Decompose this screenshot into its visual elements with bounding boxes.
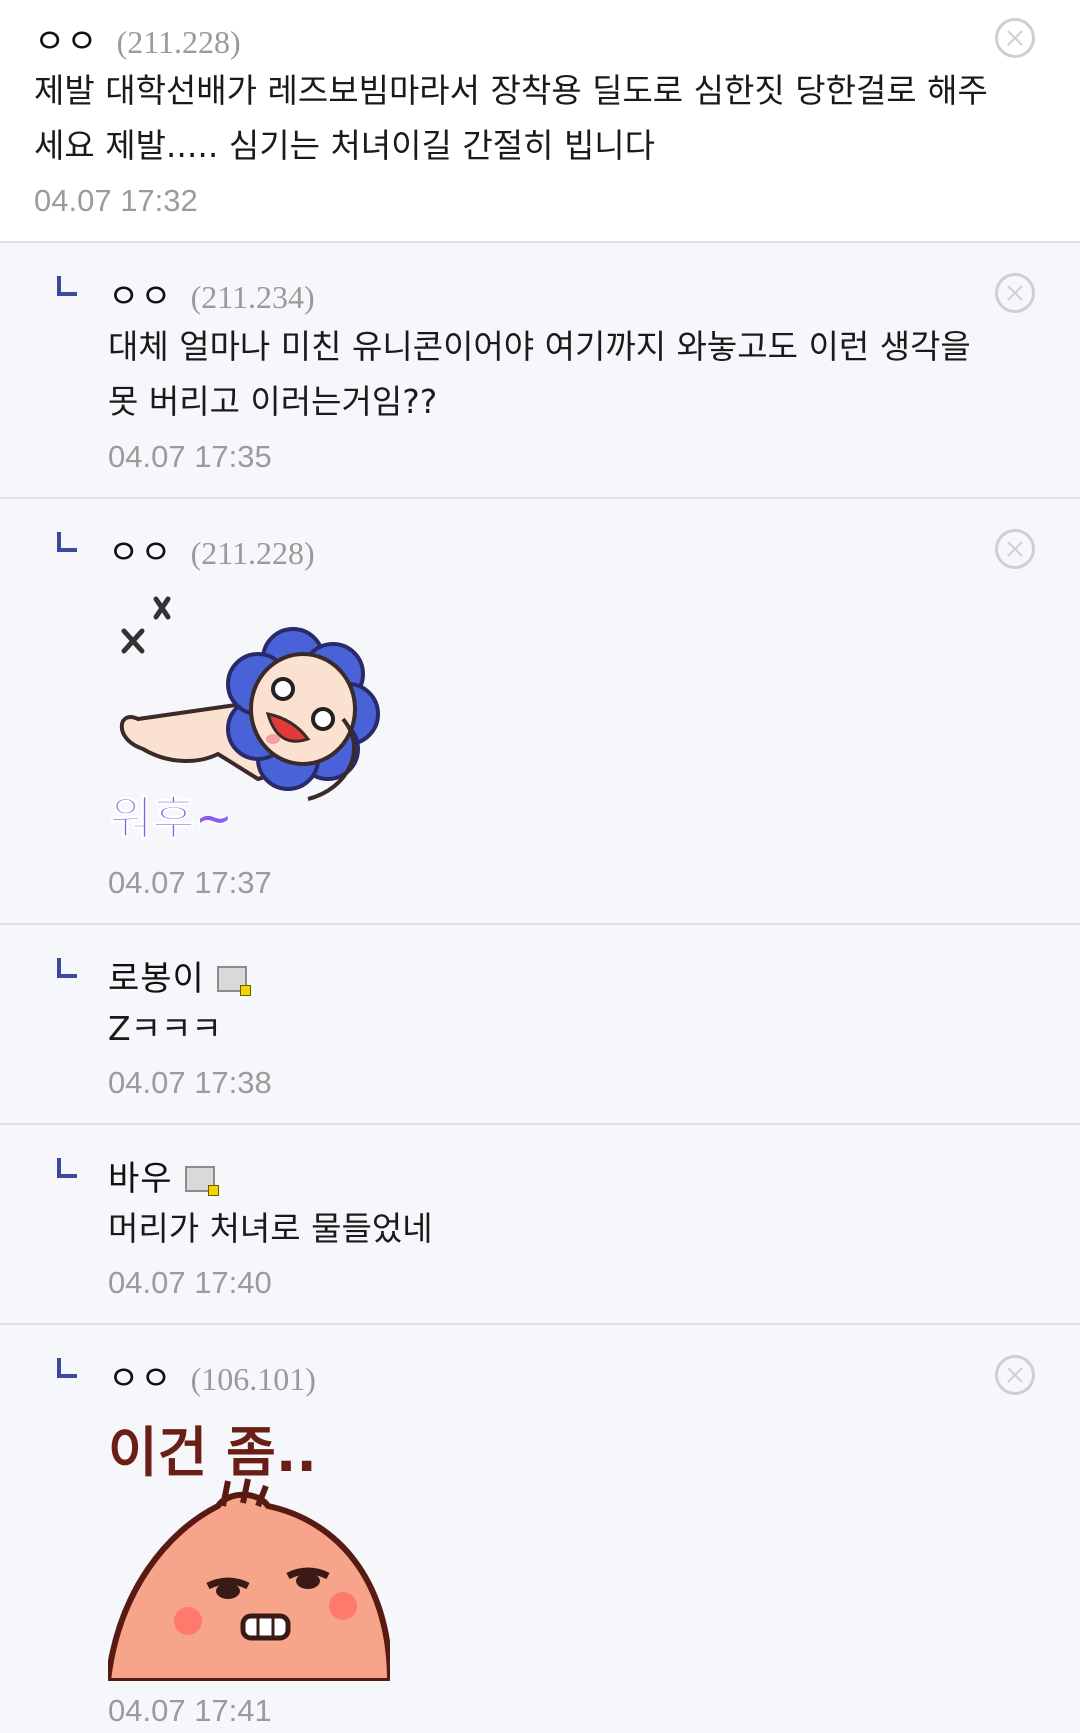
comment-header: ㅇㅇ (106.101) xyxy=(108,1351,316,1400)
comment-timestamp: 04.07 17:38 xyxy=(108,1065,272,1100)
comment-timestamp: 04.07 17:35 xyxy=(108,439,272,474)
comment-header: 로봉이 xyxy=(108,951,251,1000)
gallery-member-icon xyxy=(216,966,251,996)
comment-author[interactable]: ㅇㅇ xyxy=(34,14,99,63)
delete-comment-icon[interactable] xyxy=(995,529,1035,569)
comment-timestamp: 04.07 17:40 xyxy=(108,1265,272,1300)
comment-ip: (211.228) xyxy=(116,24,241,60)
reply-arrow-icon xyxy=(57,1158,77,1178)
reply-arrow-icon xyxy=(57,276,77,296)
comment-text-line: Zㅋㅋㅋ xyxy=(108,1009,222,1048)
comment-header: ㅇㅇ (211.234) xyxy=(108,269,315,318)
sticker-caption: 이건 좀.. xyxy=(108,1421,317,1484)
comment-text-line: 대체 얼마나 미친 유니콘이어야 여기까지 와놓고도 이런 생각을 xyxy=(108,327,971,366)
sticker-caption: 워후~ xyxy=(110,791,233,845)
lion-cheering-sticker: 워후~ xyxy=(110,596,380,846)
comment-header: ㅇㅇ (211.228) xyxy=(34,14,241,63)
comment-text-line: 세요 제발..... 심기는 처녀이길 간절히 빕니다 xyxy=(34,126,656,165)
reply-arrow-icon xyxy=(57,958,77,978)
comment-author[interactable]: ㅇㅇ xyxy=(108,525,173,574)
comment-header: ㅇㅇ (211.228) xyxy=(108,525,315,574)
gallery-member-icon xyxy=(184,1166,219,1196)
comment-author[interactable]: 로봉이 xyxy=(108,951,205,1000)
delete-comment-icon[interactable] xyxy=(995,273,1035,313)
reply-arrow-icon xyxy=(57,1358,77,1378)
tired-onion-sticker: 이건 좀.. xyxy=(108,1421,390,1681)
comment-author[interactable]: 바우 xyxy=(108,1151,173,1200)
delete-comment-icon[interactable] xyxy=(995,18,1035,58)
comment-text-line: 머리가 처녀로 물들었네 xyxy=(108,1209,433,1248)
comment-timestamp: 04.07 17:37 xyxy=(108,865,272,900)
comment-header: 바우 xyxy=(108,1151,219,1200)
reply-comment: ㅇㅇ (211.234) 대체 얼마나 미친 유니콘이어야 여기까지 와놓고도 … xyxy=(0,243,1080,499)
comment-timestamp: 04.07 17:32 xyxy=(34,183,198,218)
comment-author[interactable]: ㅇㅇ xyxy=(108,1351,173,1400)
reply-comment: 로봉이 Zㅋㅋㅋ 04.07 17:38 xyxy=(0,925,1080,1125)
reply-comment: 바우 머리가 처녀로 물들었네 04.07 17:40 xyxy=(0,1125,1080,1325)
reply-comment: ㅇㅇ (106.101) 이건 좀.. 04.07 17:41 xyxy=(0,1325,1080,1733)
comment-author[interactable]: ㅇㅇ xyxy=(108,269,173,318)
comment-text-line: 제발 대학선배가 레즈보빔마라서 장착용 딜도로 심한짓 당한걸로 해주 xyxy=(34,71,988,110)
comment-text-line: 못 버리고 이러는거임?? xyxy=(108,382,438,421)
delete-comment-icon[interactable] xyxy=(995,1355,1035,1395)
comment-ip: (211.234) xyxy=(190,279,315,315)
comment-ip: (211.228) xyxy=(190,535,315,571)
comment-ip: (106.101) xyxy=(190,1361,316,1397)
reply-arrow-icon xyxy=(57,532,77,552)
reply-comment: ㅇㅇ (211.228) 워후~ 04.07 17:37 xyxy=(0,499,1080,925)
comment-timestamp: 04.07 17:41 xyxy=(108,1693,272,1728)
comment: ㅇㅇ (211.228) 제발 대학선배가 레즈보빔마라서 장착용 딜도로 심한… xyxy=(0,0,1080,243)
